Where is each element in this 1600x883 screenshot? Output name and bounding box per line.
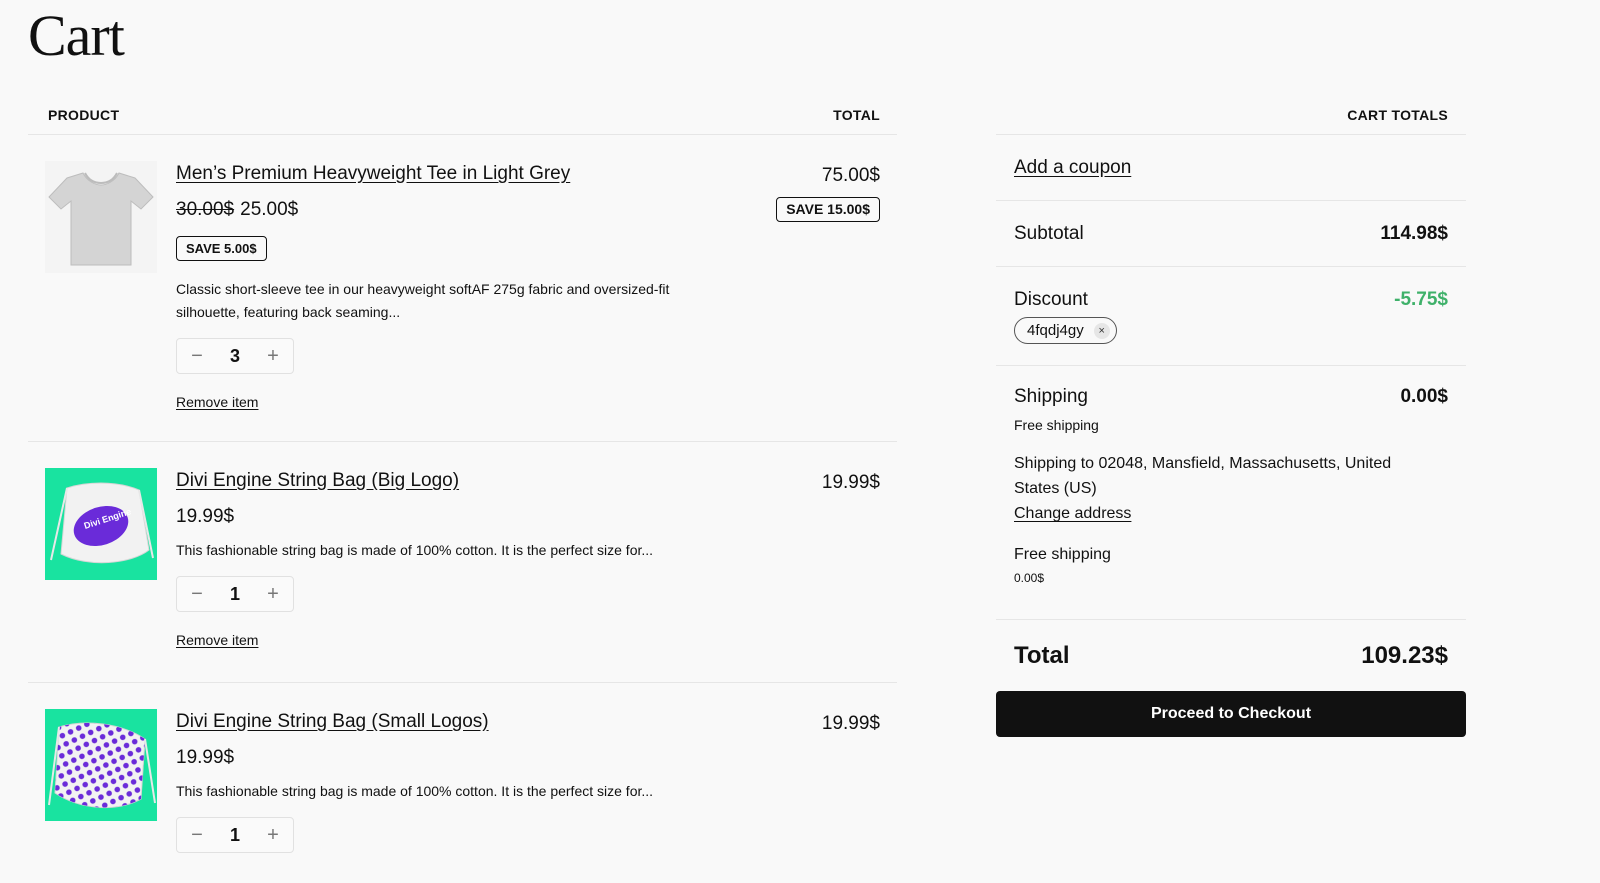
increase-quantity-button[interactable]: + bbox=[263, 345, 283, 368]
total-label: Total bbox=[1014, 641, 1070, 669]
discount-row: Discount -5.75$ 4fqdj4gy × bbox=[996, 267, 1466, 366]
string-bag-big-logo-image[interactable]: Divi Engine bbox=[45, 468, 157, 580]
item-total: 75.00$ SAVE 15.00$ bbox=[776, 165, 880, 222]
string-bag-small-logos-image[interactable] bbox=[45, 709, 157, 821]
cart-totals-header: CART TOTALS bbox=[996, 96, 1466, 135]
item-price: 19.99$ bbox=[176, 506, 235, 527]
shipping-row: Shipping 0.00$ Free shipping Shipping to… bbox=[996, 366, 1466, 620]
quantity-value[interactable]: 3 bbox=[230, 346, 240, 367]
change-address-link[interactable]: Change address bbox=[1014, 505, 1131, 522]
item-price: 19.99$ bbox=[176, 747, 235, 768]
table-header: PRODUCT TOTAL bbox=[28, 96, 897, 135]
sale-price: 25.00$ bbox=[240, 199, 299, 220]
quantity-value[interactable]: 1 bbox=[230, 825, 240, 846]
increase-quantity-button[interactable]: + bbox=[263, 824, 283, 847]
product-name-link[interactable]: Men’s Premium Heavyweight Tee in Light G… bbox=[176, 161, 570, 187]
subtotal-amount: 114.98$ bbox=[1380, 222, 1448, 244]
shipping-label: Shipping bbox=[1014, 386, 1088, 407]
increase-quantity-button[interactable]: + bbox=[263, 583, 283, 606]
shipping-option-price: 0.00$ bbox=[1014, 571, 1045, 585]
product-description: This fashionable string bag is made of 1… bbox=[176, 783, 654, 799]
subtotal-row: Subtotal 114.98$ bbox=[996, 201, 1466, 267]
item-total: 19.99$ bbox=[822, 472, 880, 494]
proceed-to-checkout-button[interactable]: Proceed to Checkout bbox=[996, 691, 1466, 737]
save-badge: SAVE 5.00$ bbox=[176, 236, 267, 261]
coupon-row: Add a coupon bbox=[996, 135, 1466, 201]
quantity-stepper: − 1 + bbox=[176, 817, 294, 853]
quantity-stepper: − 3 + bbox=[176, 338, 294, 374]
cart-item-row: Divi Engine String Bag (Small Logos) 19.… bbox=[28, 683, 897, 883]
coupon-code-chip: 4fqdj4gy × bbox=[1014, 317, 1117, 344]
product-description: This fashionable string bag is made of 1… bbox=[176, 542, 654, 558]
decrease-quantity-button[interactable]: − bbox=[187, 345, 207, 368]
item-total-amount: 19.99$ bbox=[821, 713, 880, 734]
total-row: Total 109.23$ bbox=[996, 620, 1466, 691]
item-total-save-badge: SAVE 15.00$ bbox=[776, 197, 880, 222]
remove-item-link[interactable]: Remove item bbox=[176, 394, 258, 410]
shipping-destination: Shipping to 02048, Mansfield, Massachuse… bbox=[1014, 455, 1392, 497]
product-name-link[interactable]: Divi Engine String Bag (Big Logo) bbox=[176, 468, 459, 494]
subtotal-label: Subtotal bbox=[1014, 222, 1084, 244]
page-title: Cart bbox=[28, 3, 125, 68]
total-column-header: TOTAL bbox=[833, 107, 880, 123]
shipping-amount: 0.00$ bbox=[1400, 386, 1448, 407]
product-description: Classic short-sleeve tee in our heavywei… bbox=[176, 281, 670, 320]
cart-item-details: Men’s Premium Heavyweight Tee in Light G… bbox=[176, 161, 880, 412]
remove-item-link[interactable]: Remove item bbox=[176, 632, 258, 648]
cart-item-row: Divi Engine Divi Engine String Bag (Big … bbox=[28, 442, 897, 683]
cart-items-table: PRODUCT TOTAL Men’s Premium Heavyweight … bbox=[28, 96, 897, 883]
cart-totals-panel: CART TOTALS Add a coupon Subtotal 114.98… bbox=[996, 96, 1466, 737]
shipping-option-label[interactable]: Free shipping bbox=[1014, 546, 1448, 564]
tshirt-image[interactable] bbox=[45, 161, 157, 273]
item-total-amount: 19.99$ bbox=[821, 472, 880, 493]
cart-item-details: Divi Engine String Bag (Big Logo) 19.99$… bbox=[176, 468, 880, 650]
quantity-stepper: − 1 + bbox=[176, 576, 294, 612]
discount-amount: -5.75$ bbox=[1394, 289, 1448, 310]
coupon-code: 4fqdj4gy bbox=[1027, 322, 1084, 339]
original-price: 30.00$ bbox=[176, 199, 235, 220]
add-coupon-link[interactable]: Add a coupon bbox=[1014, 157, 1131, 179]
quantity-value[interactable]: 1 bbox=[230, 584, 240, 605]
cart-totals-title: CART TOTALS bbox=[1347, 107, 1448, 123]
item-total: 19.99$ bbox=[822, 713, 880, 735]
item-total-amount: 75.00$ bbox=[821, 165, 880, 186]
product-column-header: PRODUCT bbox=[48, 107, 120, 123]
decrease-quantity-button[interactable]: − bbox=[187, 583, 207, 606]
discount-label: Discount bbox=[1014, 289, 1088, 310]
total-amount: 109.23$ bbox=[1361, 641, 1448, 669]
cart-item-details: Divi Engine String Bag (Small Logos) 19.… bbox=[176, 709, 880, 853]
product-name-link[interactable]: Divi Engine String Bag (Small Logos) bbox=[176, 709, 489, 735]
remove-coupon-icon[interactable]: × bbox=[1093, 322, 1110, 339]
shipping-method: Free shipping bbox=[1014, 417, 1099, 433]
cart-item-row: Men’s Premium Heavyweight Tee in Light G… bbox=[28, 135, 897, 442]
item-price: 30.00$ 25.00$ bbox=[176, 198, 880, 222]
decrease-quantity-button[interactable]: − bbox=[187, 824, 207, 847]
